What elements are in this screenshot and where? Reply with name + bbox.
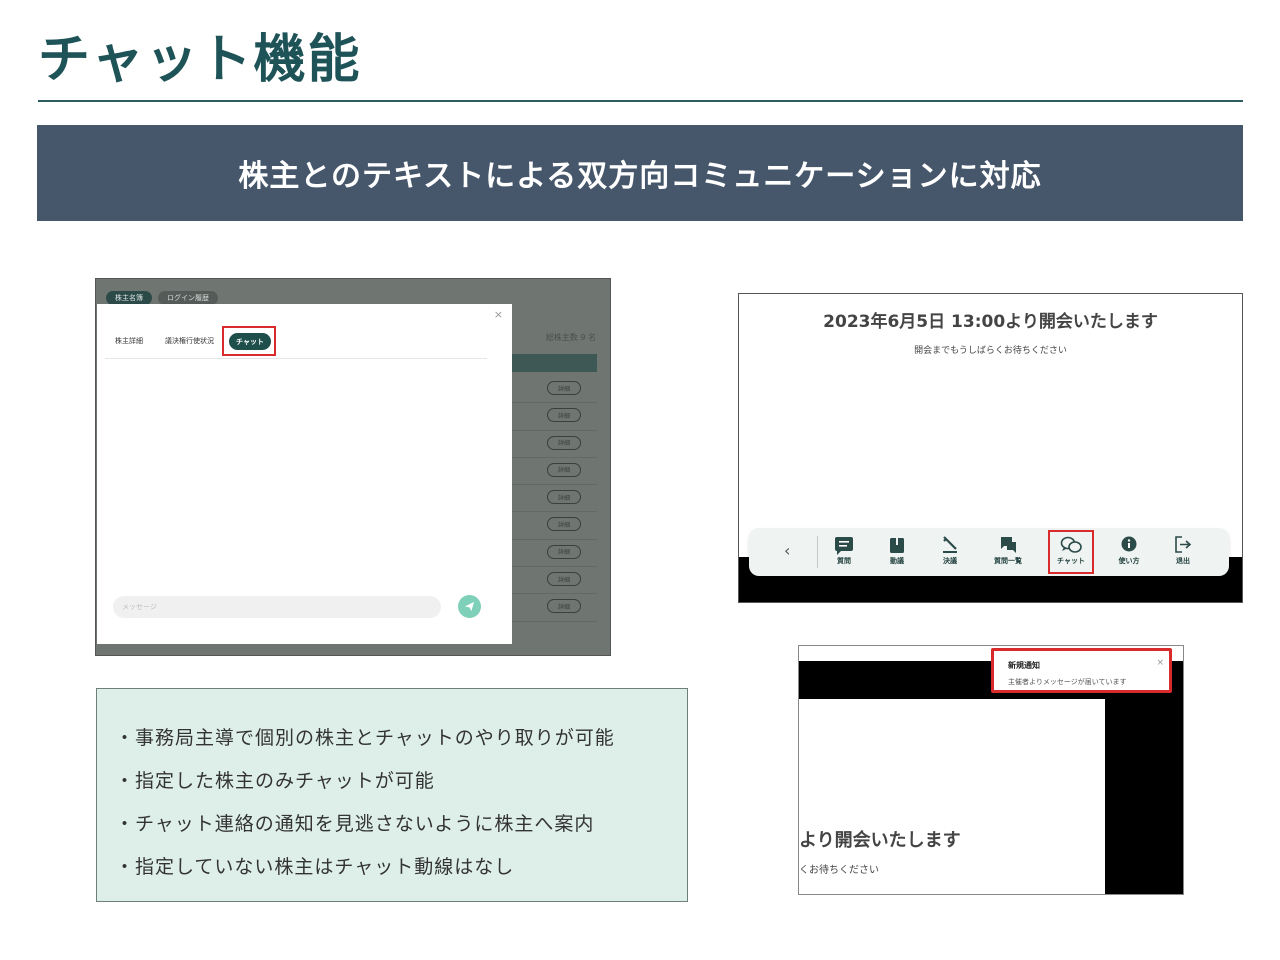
gavel-icon xyxy=(943,536,957,553)
feature-list: ・事務局主導で個別の株主とチャットのやり取りが可能 ・指定した株主のみチャットが… xyxy=(96,688,688,902)
page-title: チャット機能 xyxy=(38,30,362,90)
tab-shareholder-detail[interactable]: 株主詳細 xyxy=(115,336,143,346)
admin-chat-screenshot: 株主名簿 ログイン履歴 総株主数 9 名 詳細 詳細 詳細 詳細 詳細 詳細 詳細 詳細 詳細 … xyxy=(95,278,611,656)
shareholder-modal: × 株主詳細 議決権行使状況 チャット メッセージ xyxy=(97,304,512,644)
detail-button[interactable]: 詳細 xyxy=(547,599,581,614)
bg-tab-shareholder-list[interactable]: 株主名簿 xyxy=(106,291,152,305)
toolbar-question-list-label: 質問一覧 xyxy=(994,557,1022,565)
toolbar-help-label: 使い方 xyxy=(1118,557,1140,565)
toolbar-question[interactable]: 質問 xyxy=(819,534,869,566)
feature-item: ・チャット連絡の通知を見逃さないように株主へ案内 xyxy=(115,813,595,835)
message-input[interactable]: メッセージ xyxy=(113,596,441,618)
detail-button[interactable]: 詳細 xyxy=(547,490,581,505)
modal-tabs: 株主詳細 議決権行使状況 チャット xyxy=(105,326,487,359)
bottom-toolbar: ‹ 質問 動議 決議 質問一覧 チャット 使い方 退出 xyxy=(749,528,1229,576)
table-row: 詳細 xyxy=(511,458,597,486)
chat-tab-highlight: チャット xyxy=(222,326,276,356)
shareholder-count: 総株主数 9 名 xyxy=(545,333,596,342)
toolbar-resolution-label: 決議 xyxy=(943,557,957,565)
table-row: 詳細 xyxy=(511,376,597,404)
tab-voting-status[interactable]: 議決権行使状況 xyxy=(165,336,214,346)
toolbar-motion-label: 動議 xyxy=(890,557,904,565)
detail-button[interactable]: 詳細 xyxy=(547,462,581,477)
tab-chat[interactable]: チャット xyxy=(229,333,271,350)
partial-meeting-title: より開会いたします xyxy=(799,830,961,851)
table-header xyxy=(511,354,597,372)
feature-item: ・指定していない株主はチャット動線はなし xyxy=(115,856,515,878)
title-divider xyxy=(38,100,1243,102)
table-row: 詳細 xyxy=(511,512,597,540)
notification-body: 主催者よりメッセージが届いています xyxy=(1008,678,1127,686)
slide: チャット機能 株主とのテキストによる双方向コミュニケーションに対応 株主名簿 ロ… xyxy=(0,0,1280,960)
notification-screenshot: より開会いたします くお待ちください 新規通知 主催者よりメッセージが届いていま… xyxy=(798,645,1184,895)
table-row: 詳細 xyxy=(511,567,597,595)
feature-item: ・指定した株主のみチャットが可能 xyxy=(115,770,435,792)
meeting-toolbar-screenshot: 2023年6月5日 13:00より開会いたします 開会までもうしばらくお待ちくだ… xyxy=(738,293,1243,603)
partial-meeting-subtitle: くお待ちください xyxy=(799,865,879,876)
table-row: 詳細 xyxy=(511,431,597,458)
toolbar-exit[interactable]: 退出 xyxy=(1158,534,1208,566)
banner-text: 株主とのテキストによる双方向コミュニケーションに対応 xyxy=(238,159,1042,194)
table-row: 詳細 xyxy=(511,540,597,568)
detail-button[interactable]: 詳細 xyxy=(547,381,581,395)
info-icon xyxy=(1121,536,1137,552)
detail-button[interactable]: 詳細 xyxy=(547,572,581,587)
background-tabs: 株主名簿 ログイン履歴 xyxy=(106,291,218,305)
feature-item: ・事務局主導で個別の株主とチャットのやり取りが可能 xyxy=(115,727,615,749)
meeting-start-title: 2023年6月5日 13:00より開会いたします xyxy=(823,312,1158,332)
toolbar-resolution[interactable]: 決議 xyxy=(925,534,975,566)
comment-icon xyxy=(835,537,853,555)
toolbar-help[interactable]: 使い方 xyxy=(1104,534,1154,566)
send-icon xyxy=(464,601,475,612)
new-notification-toast[interactable]: 新規通知 主催者よりメッセージが届いています × xyxy=(991,648,1172,693)
video-area-right xyxy=(1105,661,1183,894)
chat-list-icon xyxy=(1001,537,1016,553)
detail-button[interactable]: 詳細 xyxy=(547,435,581,450)
table-row: 詳細 xyxy=(511,403,597,431)
toolbar-exit-label: 退出 xyxy=(1176,557,1190,565)
notification-title: 新規通知 xyxy=(1008,661,1040,670)
table-row: 詳細 xyxy=(511,485,597,513)
bg-tab-login-history[interactable]: ログイン履歴 xyxy=(158,291,218,305)
chevron-left-icon[interactable]: ‹ xyxy=(784,541,790,560)
detail-button[interactable]: 詳細 xyxy=(547,544,581,559)
toolbar-question-label: 質問 xyxy=(837,557,851,565)
chat-button-highlight xyxy=(1048,530,1094,574)
background-table: 詳細 詳細 詳細 詳細 詳細 詳細 詳細 詳細 詳細 xyxy=(511,376,597,622)
detail-button[interactable]: 詳細 xyxy=(547,408,581,423)
toolbar-motion[interactable]: 動議 xyxy=(872,534,922,566)
close-icon[interactable]: × xyxy=(1156,658,1164,668)
toolbar-divider xyxy=(817,536,818,568)
close-icon[interactable]: × xyxy=(494,308,503,321)
toolbar-question-list[interactable]: 質問一覧 xyxy=(983,534,1033,566)
meeting-start-subtitle: 開会までもうしばらくお待ちください xyxy=(914,346,1067,356)
table-row: 詳細 xyxy=(511,594,597,622)
banner: 株主とのテキストによる双方向コミュニケーションに対応 xyxy=(37,125,1243,221)
send-button[interactable] xyxy=(458,595,481,618)
detail-button[interactable]: 詳細 xyxy=(547,517,581,532)
logout-icon xyxy=(1175,536,1192,553)
motion-icon xyxy=(890,536,904,553)
